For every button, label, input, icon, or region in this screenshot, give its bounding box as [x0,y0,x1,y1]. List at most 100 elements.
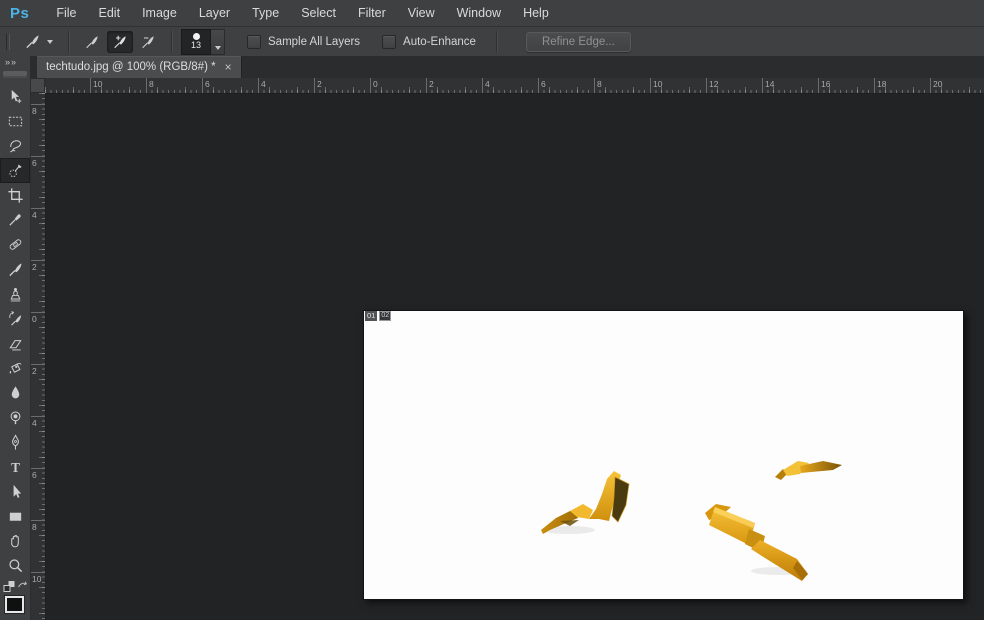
ruler-label: 10 [32,574,42,584]
ruler-label: 0 [32,314,37,324]
ruler-origin-corner[interactable] [30,78,45,93]
path-selection-tool[interactable] [0,479,30,504]
foreground-color-swatch[interactable] [5,596,24,614]
close-icon[interactable]: × [225,61,232,73]
history-brush-tool-icon [8,311,21,326]
document-tab[interactable]: techtudo.jpg @ 100% (RGB/8#) * × [37,56,242,78]
ruler-label: 2 [32,366,37,376]
ruler-label: 2 [317,79,322,89]
refine-edge-button[interactable]: Refine Edge... [525,31,631,52]
document-canvas[interactable]: 01 02 [363,310,964,600]
photoshop-logo: Ps [10,4,30,22]
ruler-label: 4 [261,79,266,89]
ruler-label: 4 [485,79,490,89]
ruler-tick [930,78,931,93]
brush-size-preview[interactable]: 13 [181,28,211,55]
default-colors-icon[interactable] [3,580,16,593]
menu-item-edit[interactable]: Edit [88,6,132,20]
brush-icon [86,35,98,48]
pen-tool-icon [11,434,19,450]
brush-minus-icon [142,35,154,48]
menu-item-file[interactable]: File [45,6,87,20]
brush-size-widget[interactable]: 13 [181,28,225,55]
ruler-tick [202,78,203,93]
menu-item-window[interactable]: Window [446,6,512,20]
menu-item-image[interactable]: Image [131,6,188,20]
menu-item-help[interactable]: Help [512,6,560,20]
eraser-tool[interactable] [0,331,30,356]
svg-text:T: T [11,460,20,475]
frame-badges: 01 02 [365,311,392,321]
gradient-tool[interactable] [0,356,30,381]
ruler-label: 8 [32,522,37,532]
ruler-tick [258,78,259,93]
ruler-tick [30,468,45,469]
history-brush-tool[interactable] [0,306,30,331]
vertical-ruler[interactable]: 8 6 4 2 0 2 4 6 8 10 [30,93,46,620]
canvas-area[interactable]: 01 02 [45,93,984,620]
options-bar-grip[interactable] [6,33,10,50]
collapse-panel-icon[interactable]: »» [0,56,17,68]
ruler-tick [818,78,819,93]
subtract-from-selection-button[interactable] [135,31,161,53]
ruler-tick [706,78,707,93]
quick-selection-tool[interactable] [0,158,30,183]
pen-tool[interactable] [0,430,30,455]
ruler-label: 16 [821,79,831,89]
ruler-tick [30,572,45,573]
add-to-selection-button[interactable] [107,30,133,53]
healing-brush-tool[interactable] [0,232,30,257]
horizontal-ruler[interactable]: 1086420246810121416182022 [45,78,984,94]
zoom-tool[interactable] [0,554,30,579]
ruler-label: 6 [32,158,37,168]
separator [495,30,497,53]
clone-stamp-tool[interactable] [0,282,30,307]
menu-item-filter[interactable]: Filter [347,6,397,20]
ruler-tick [90,78,91,93]
swap-colors-icon[interactable] [17,580,28,590]
ruler-label: 10 [653,79,663,89]
ruler-label: 6 [205,79,210,89]
dodge-tool-icon [10,411,20,425]
ruler-tick [30,156,45,157]
blur-tool[interactable] [0,381,30,406]
marquee-tool-icon [8,116,22,126]
ruler-label: 8 [149,79,154,89]
brush-size-dropdown[interactable] [211,28,225,55]
tools-panel: »» T [0,56,31,620]
dodge-tool[interactable] [0,405,30,430]
lasso-tool[interactable] [0,133,30,158]
new-selection-button[interactable] [79,31,105,53]
separator [68,30,69,53]
sample-all-layers-checkbox[interactable] [247,34,261,49]
brush-plus-icon [114,35,126,48]
menu-item-view[interactable]: View [397,6,446,20]
eyedropper-tool-icon [8,214,21,226]
ruler-tick [874,78,875,93]
type-tool[interactable]: T [0,455,30,480]
lasso-tool-icon [9,140,21,153]
eyedropper-tool[interactable] [0,208,30,233]
sample-all-layers-label: Sample All Layers [268,35,361,48]
shape-tool[interactable] [0,504,30,529]
ribbon-top-right [775,461,842,480]
crop-tool[interactable] [0,183,30,208]
eraser-tool-icon [8,340,22,351]
menu-item-select[interactable]: Select [290,6,347,20]
brush-tool[interactable] [0,257,30,282]
color-swatch-area [0,580,30,620]
options-bar: 13 Sample All Layers Auto-Enhance Refine… [0,27,984,57]
ruler-label: 14 [765,79,775,89]
brush-size-value: 13 [190,40,201,50]
menu-item-type[interactable]: Type [241,6,290,20]
marquee-tool[interactable] [0,109,30,134]
photoshop-window: Ps File Edit Image Layer Type Select Filter Vie… [0,0,984,620]
auto-enhance-checkbox[interactable] [382,34,397,49]
tools-panel-grip[interactable] [3,71,27,78]
ruler-label: 20 [933,79,943,89]
move-tool[interactable] [0,84,30,109]
tool-preset-picker[interactable] [18,31,59,53]
ruler-tick [370,78,371,93]
hand-tool[interactable] [0,529,30,554]
menu-item-layer[interactable]: Layer [188,6,241,20]
